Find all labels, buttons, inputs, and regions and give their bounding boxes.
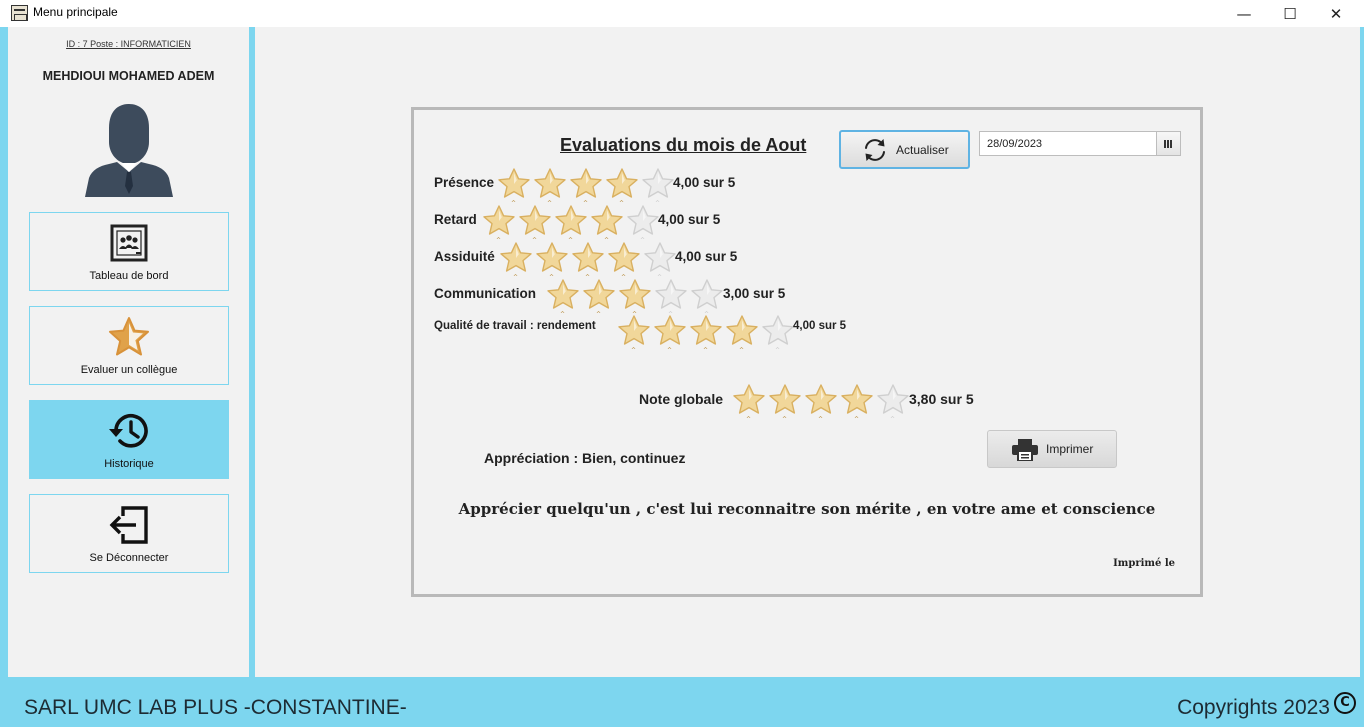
criterion-label: Qualité de travail : rendement (434, 320, 596, 332)
user-name: MEHDIOUI MOHAMED ADEM (42, 69, 215, 83)
refresh-icon (865, 139, 885, 161)
criterion-score: 3,00 sur 5 (723, 286, 786, 301)
criterion-score: 4,00 sur 5 (793, 320, 847, 332)
close-button[interactable]: ✕ (1313, 0, 1359, 27)
criterion-label: Assiduité (434, 249, 495, 264)
app-icon (11, 5, 28, 21)
star-filled-icon[interactable]: ^ (607, 241, 643, 281)
star-empty-icon[interactable]: ^ (690, 278, 726, 318)
print-button[interactable]: Imprimer (987, 430, 1117, 468)
window-title: Menu principale (33, 5, 118, 19)
star-filled-icon[interactable]: ^ (590, 204, 626, 244)
refresh-button[interactable]: Actualiser (839, 130, 970, 169)
star-filled-icon[interactable]: ^ (569, 167, 605, 207)
global-label: Note globale (639, 391, 724, 407)
criterion-label: Retard (434, 212, 477, 227)
star-filled-icon[interactable]: ^ (554, 204, 590, 244)
star-rating[interactable]: ^ ^ ^ ^ ^ (497, 167, 677, 207)
star-filled-icon[interactable]: ^ (533, 167, 569, 207)
minimize-button[interactable]: — (1221, 0, 1267, 27)
sidebar-item-evaluer[interactable]: Evaluer un collègue (29, 306, 229, 385)
dashboard-icon (110, 224, 148, 262)
criterion-score: 4,00 sur 5 (673, 175, 736, 190)
date-picker[interactable] (979, 131, 1181, 156)
quote-text: Apprécier quelqu'un , c'est lui reconnai… (458, 500, 1156, 518)
footer-company: SARL UMC LAB PLUS -CONSTANTINE- (24, 696, 407, 719)
star-icon (109, 317, 149, 356)
star-filled-icon[interactable]: ^ (571, 241, 607, 281)
main-content: Evaluations du mois de Aout Actualiser P… (255, 27, 1360, 677)
title-bar: Menu principale — ☐ ✕ (0, 0, 1364, 27)
page-title: Evaluations du mois de Aout (560, 135, 807, 155)
star-filled-icon[interactable]: ^ (804, 383, 840, 423)
sidebar-item-tableau-de-bord[interactable]: Tableau de bord (29, 212, 229, 291)
star-filled-icon[interactable]: ^ (582, 278, 618, 318)
star-filled-icon[interactable]: ^ (725, 314, 761, 354)
star-empty-icon[interactable]: ^ (761, 314, 797, 354)
logout-icon (109, 506, 148, 544)
star-rating[interactable]: ^ ^ ^ ^ ^ (617, 314, 797, 354)
printed-label: Imprimé le (1113, 558, 1175, 569)
calendar-button[interactable] (1156, 132, 1180, 155)
appreciation-text: Appréciation : Bien, continuez (484, 450, 686, 466)
star-filled-icon[interactable]: ^ (653, 314, 689, 354)
maximize-button[interactable]: ☐ (1267, 0, 1313, 27)
footer-copyright: Copyrights 2023 (1177, 696, 1330, 719)
star-filled-icon[interactable]: ^ (535, 241, 571, 281)
sidebar-item-label: Tableau de bord (89, 270, 169, 282)
star-rating[interactable]: ^ ^ ^ ^ ^ (732, 383, 912, 423)
calendar-icon (1164, 139, 1173, 148)
sidebar-item-deconnecter[interactable]: Se Déconnecter (29, 494, 229, 573)
star-filled-icon[interactable]: ^ (518, 204, 554, 244)
criterion-label: Communication (434, 286, 537, 301)
sidebar-item-historique[interactable]: Historique (29, 400, 229, 479)
star-empty-icon[interactable]: ^ (626, 204, 662, 244)
star-rating[interactable]: ^ ^ ^ ^ ^ (546, 278, 726, 318)
star-empty-icon[interactable]: ^ (876, 383, 912, 423)
rating-row-global: Note globale ^ ^ ^ ^ ^ 3,80 sur 5 (639, 384, 999, 427)
star-filled-icon[interactable]: ^ (689, 314, 725, 354)
sidebar-item-label: Historique (104, 458, 154, 470)
star-rating[interactable]: ^ ^ ^ ^ ^ (482, 204, 662, 244)
history-icon (109, 414, 148, 448)
star-filled-icon[interactable]: ^ (605, 167, 641, 207)
rating-row-qualite: Qualité de travail : rendement ^ ^ ^ ^ ^ 4,0… (434, 315, 884, 360)
global-score: 3,80 sur 5 (909, 391, 974, 407)
sidebar-item-label: Evaluer un collègue (80, 364, 178, 376)
star-filled-icon[interactable]: ^ (840, 383, 876, 423)
star-empty-icon[interactable]: ^ (654, 278, 690, 318)
avatar (85, 104, 173, 197)
sidebar-item-label: Se Déconnecter (89, 552, 169, 564)
sidebar: ID : 7 Poste : INFORMATICIEN MEHDIOUI MO… (8, 27, 249, 677)
star-filled-icon[interactable]: ^ (618, 278, 654, 318)
star-rating[interactable]: ^ ^ ^ ^ ^ (499, 241, 679, 281)
star-empty-icon[interactable]: ^ (643, 241, 679, 281)
star-filled-icon[interactable]: ^ (768, 383, 804, 423)
copyright-icon: C (1334, 692, 1356, 714)
date-input[interactable] (980, 132, 1157, 155)
refresh-button-label: Actualiser (896, 143, 949, 157)
criterion-score: 4,00 sur 5 (658, 212, 721, 227)
user-id-label: ID : 7 Poste : INFORMATICIEN (66, 39, 191, 49)
star-filled-icon[interactable]: ^ (546, 278, 582, 318)
star-filled-icon[interactable]: ^ (482, 204, 518, 244)
printer-icon (1012, 439, 1038, 461)
criterion-score: 4,00 sur 5 (675, 249, 738, 264)
star-filled-icon[interactable]: ^ (732, 383, 768, 423)
app-frame: ID : 7 Poste : INFORMATICIEN MEHDIOUI MO… (0, 27, 1364, 727)
star-filled-icon[interactable]: ^ (499, 241, 535, 281)
criterion-label: Présence (434, 175, 495, 190)
print-button-label: Imprimer (1046, 442, 1094, 456)
star-empty-icon[interactable]: ^ (641, 167, 677, 207)
star-filled-icon[interactable]: ^ (497, 167, 533, 207)
star-filled-icon[interactable]: ^ (617, 314, 653, 354)
evaluation-card: Evaluations du mois de Aout Actualiser P… (411, 107, 1203, 597)
